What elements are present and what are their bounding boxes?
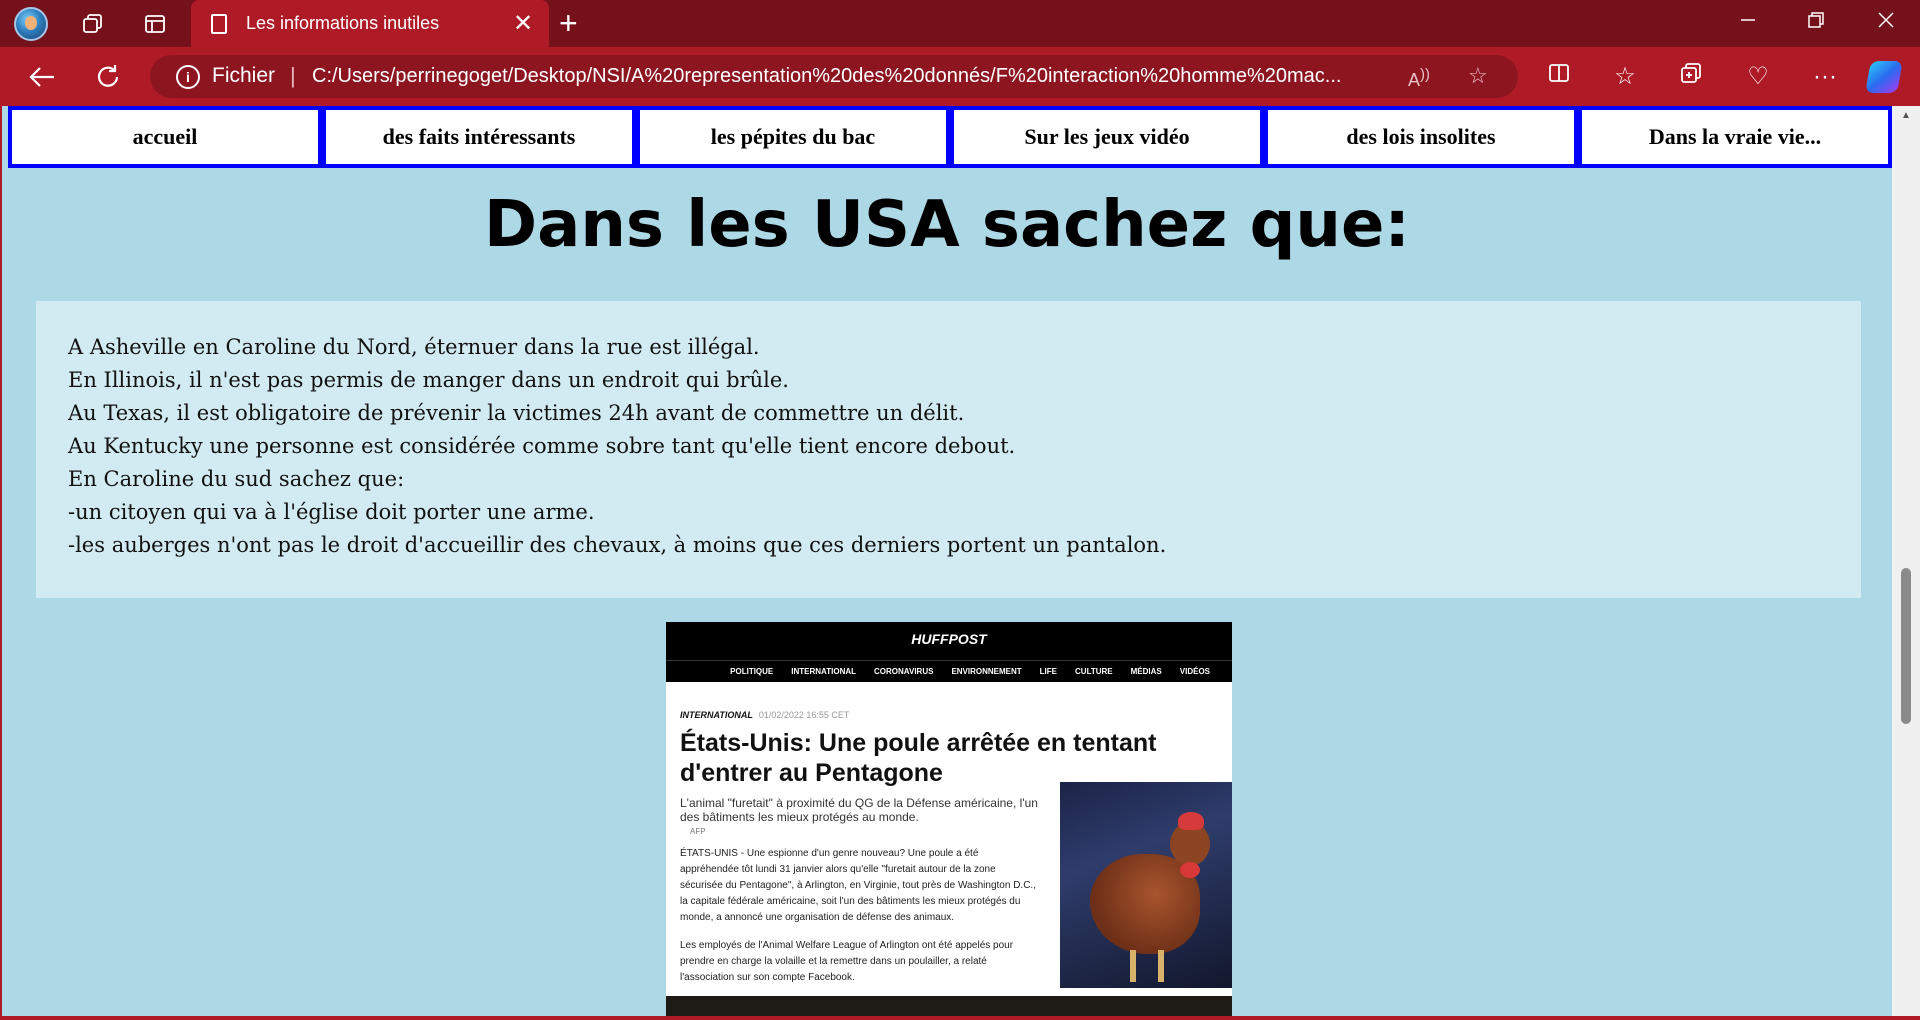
settings-more-icon[interactable]: ··· (1808, 60, 1842, 94)
huffpost-nav-item: LIFE (1039, 667, 1058, 676)
facts-box: A Asheville en Caroline du Nord, éternue… (36, 301, 1861, 598)
paragraph-line: ÉTATS-UNIS - Une espionne d'un genre nou… (680, 848, 979, 859)
address-bar[interactable]: i Fichier | C:/Users/perrinegoget/Deskto… (150, 55, 1518, 98)
fact-line: En Illinois, il n'est pas permis de mang… (68, 368, 789, 392)
huffpost-nav-item: MÉDIAS (1130, 667, 1162, 676)
site-menu: accueil des faits intéressants les pépit… (8, 106, 1892, 168)
close-window-button[interactable] (1866, 8, 1906, 38)
article-credit: AFP (690, 827, 706, 836)
navigation-bar: i Fichier | C:/Users/perrinegoget/Deskto… (0, 47, 1920, 106)
hen-leg-shape (1130, 950, 1136, 982)
menu-item-pepites-du-bac[interactable]: les pépites du bac (636, 106, 950, 168)
paragraph-line: sécurisée du Pentagone", à Arlington, en… (680, 880, 1036, 891)
huffpost-nav-item: CORONAVIRUS (874, 667, 934, 676)
favorite-star-icon[interactable]: ☆ (1468, 63, 1488, 89)
huffpost-nav-item: CULTURE (1075, 667, 1113, 676)
workspaces-icon[interactable] (76, 7, 110, 41)
copilot-icon[interactable] (1865, 61, 1903, 93)
article-paragraph-1: ÉTATS-UNIS - Une espionne d'un genre nou… (680, 846, 1062, 926)
restore-button[interactable] (1796, 8, 1836, 38)
fact-line: En Caroline du sud sachez que: (68, 467, 405, 491)
menu-item-vraie-vie[interactable]: Dans la vraie vie... (1578, 106, 1892, 168)
hen-comb-shape (1178, 812, 1204, 830)
huffpost-nav: POLITIQUE INTERNATIONAL CORONAVIRUS ENVI… (666, 660, 1232, 682)
subhead-line: L'animal "furetait" à proximité du QG de… (680, 796, 1038, 810)
article-meta: INTERNATIONAL 01/02/2022 16:55 CET (680, 710, 849, 720)
tab-actions-icon[interactable] (138, 7, 172, 41)
refresh-button[interactable] (90, 59, 126, 95)
url-text[interactable]: C:/Users/perrinegoget/Desktop/NSI/A%20re… (312, 65, 1370, 88)
title-bar: Les informations inutiles ✕ + (0, 0, 1920, 47)
hen-leg-shape (1158, 950, 1164, 982)
favorites-icon[interactable]: ☆ (1608, 60, 1642, 94)
huffpost-logo: HUFFPOST (911, 631, 987, 647)
profile-avatar[interactable] (14, 7, 48, 41)
fact-line: A Asheville en Caroline du Nord, éternue… (68, 335, 760, 359)
paragraph-line: prendre en charge la volaille et la reme… (680, 956, 987, 967)
tab-active[interactable]: Les informations inutiles ✕ (191, 0, 549, 47)
paragraph-line: l'association sur son compte Facebook. (680, 972, 855, 983)
paragraph-line: monde, a annoncé une organisation de déf… (680, 912, 955, 923)
paragraph-line: Les employés de l'Animal Welfare League … (680, 940, 1014, 951)
window-frame-bottom (0, 1016, 1920, 1020)
read-aloud-icon[interactable]: A)) (1408, 66, 1430, 91)
address-separator: | (290, 63, 296, 88)
menu-item-faits-interessants[interactable]: des faits intéressants (322, 106, 636, 168)
article-next-image (666, 996, 1232, 1016)
subhead-line: des bâtiments les mieux protégés au mond… (680, 810, 919, 824)
close-tab-icon[interactable]: ✕ (513, 9, 533, 38)
fact-line: Au Kentucky une personne est considérée … (68, 434, 1016, 458)
headline-line: États-Unis: Une poule arrêtée en tentant (680, 729, 1157, 757)
article-paragraph-2: Les employés de l'Animal Welfare League … (680, 938, 1062, 986)
fact-line: Au Texas, il est obligatoire de prévenir… (68, 401, 965, 425)
tab-title: Les informations inutiles (246, 13, 440, 33)
article-subhead: L'animal "furetait" à proximité du QG de… (680, 796, 1060, 824)
page-heading: Dans les USA sachez que: (484, 188, 1410, 262)
back-button[interactable] (24, 59, 60, 95)
article-date: 01/02/2022 16:55 CET (758, 710, 850, 720)
split-screen-icon[interactable] (1542, 60, 1576, 94)
paragraph-line: appréhendée tôt lundi 31 janvier alors q… (680, 864, 996, 875)
info-icon[interactable]: i (176, 65, 200, 89)
menu-item-jeux-video[interactable]: Sur les jeux vidéo (950, 106, 1264, 168)
fact-line: -les auberges n'ont pas le droit d'accue… (68, 533, 1167, 557)
huffpost-header: HUFFPOST (666, 622, 1232, 660)
article-section: INTERNATIONAL (680, 710, 753, 720)
article-screenshot-image: HUFFPOST POLITIQUE INTERNATIONAL CORONAV… (666, 622, 1232, 1016)
browser-essentials-icon[interactable]: ♡ (1741, 60, 1775, 94)
protocol-label: Fichier (212, 64, 276, 87)
huffpost-nav-item: VIDÉOS (1179, 667, 1210, 676)
fact-line: -un citoyen qui va à l'église doit porte… (68, 500, 595, 524)
collections-icon[interactable] (1674, 60, 1708, 94)
huffpost-nav-item: INTERNATIONAL (791, 667, 857, 676)
menu-item-lois-insolites[interactable]: des lois insolites (1264, 106, 1578, 168)
huffpost-nav-item: POLITIQUE (730, 667, 774, 676)
article-headline: États-Unis: Une poule arrêtée en tentant… (680, 728, 1200, 788)
hen-wattle-shape (1180, 862, 1200, 878)
document-icon (211, 14, 227, 34)
new-tab-button[interactable]: + (559, 5, 578, 42)
page-scrollbar[interactable]: ▲ (1892, 106, 1920, 1016)
scroll-up-arrow-icon[interactable]: ▲ (1901, 110, 1911, 121)
scrollbar-thumb[interactable] (1901, 568, 1911, 724)
huffpost-nav-item: ENVIRONNEMENT (951, 667, 1022, 676)
minimize-button[interactable] (1728, 8, 1768, 38)
menu-item-accueil[interactable]: accueil (8, 106, 322, 168)
web-page: accueil des faits intéressants les pépit… (2, 106, 1892, 1016)
paragraph-line: la capitale fédérale américaine, soit l'… (680, 896, 1021, 907)
hen-photo (1060, 782, 1232, 988)
